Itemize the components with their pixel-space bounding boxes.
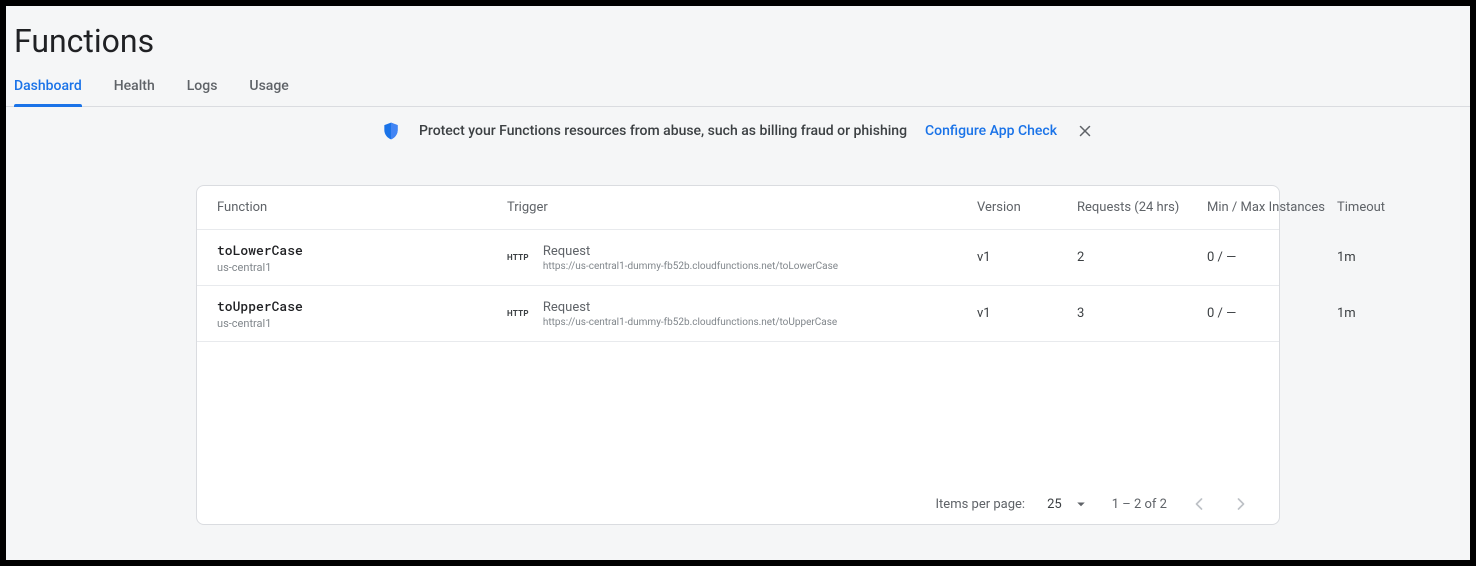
items-per-page-select[interactable]: 25 — [1047, 495, 1090, 513]
version-cell: v1 — [977, 306, 1077, 321]
tab-health[interactable]: Health — [114, 68, 155, 106]
pagination: Items per page: 25 1 – 2 of 2 — [197, 484, 1279, 524]
version-cell: v1 — [977, 250, 1077, 265]
function-region: us-central1 — [217, 317, 507, 330]
chevron-down-icon — [1072, 495, 1090, 513]
col-requests: Requests (24 hrs) — [1077, 200, 1207, 215]
function-name: toUpperCase — [217, 297, 507, 315]
instances-cell: 0 / — — [1207, 250, 1337, 265]
function-cell: toUpperCase us-central1 — [217, 297, 507, 330]
trigger-title: Request — [543, 244, 838, 259]
http-icon: HTTP — [507, 309, 529, 318]
items-per-page-value: 25 — [1047, 497, 1062, 512]
trigger-cell: HTTP Request https://us-central1-dummy-f… — [507, 300, 977, 328]
next-page-button[interactable] — [1231, 494, 1251, 514]
banner-message: Protect your Functions resources from ab… — [419, 123, 907, 139]
table-row[interactable]: toUpperCase us-central1 HTTP Request htt… — [197, 286, 1279, 342]
timeout-cell: 1m — [1337, 306, 1427, 321]
chevron-left-icon — [1189, 494, 1209, 514]
tab-usage[interactable]: Usage — [249, 68, 288, 106]
trigger-url: https://us-central1-dummy-fb52b.cloudfun… — [543, 261, 838, 272]
trigger-cell: HTTP Request https://us-central1-dummy-f… — [507, 244, 977, 272]
timeout-cell: 1m — [1337, 250, 1427, 265]
instances-cell: 0 / — — [1207, 306, 1337, 321]
configure-app-check-link[interactable]: Configure App Check — [925, 123, 1057, 139]
col-function: Function — [217, 200, 507, 215]
function-cell: toLowerCase us-central1 — [217, 241, 507, 274]
tabs: Dashboard Health Logs Usage — [6, 68, 1470, 107]
chevron-right-icon — [1231, 494, 1251, 514]
table-row[interactable]: toLowerCase us-central1 HTTP Request htt… — [197, 230, 1279, 286]
trigger-title: Request — [543, 300, 837, 315]
page-title: Functions — [6, 6, 1470, 68]
close-icon[interactable] — [1075, 121, 1095, 141]
table-header: Function Trigger Version Requests (24 hr… — [197, 186, 1279, 230]
app-frame: Functions Dashboard Health Logs Usage Pr… — [6, 6, 1470, 560]
trigger-url: https://us-central1-dummy-fb52b.cloudfun… — [543, 317, 837, 328]
function-name: toLowerCase — [217, 241, 507, 259]
col-timeout: Timeout — [1337, 200, 1427, 215]
requests-cell: 3 — [1077, 306, 1207, 321]
items-per-page-label: Items per page: — [936, 497, 1026, 512]
tab-dashboard[interactable]: Dashboard — [14, 68, 82, 106]
shield-icon — [381, 121, 401, 141]
col-version: Version — [977, 200, 1077, 215]
functions-card: Function Trigger Version Requests (24 hr… — [196, 185, 1280, 525]
tab-logs[interactable]: Logs — [187, 68, 218, 106]
page-range: 1 – 2 of 2 — [1112, 497, 1167, 512]
http-icon: HTTP — [507, 253, 529, 262]
col-instances: Min / Max Instances — [1207, 200, 1337, 215]
app-check-banner: Protect your Functions resources from ab… — [6, 107, 1470, 155]
col-trigger: Trigger — [507, 200, 977, 215]
requests-cell: 2 — [1077, 250, 1207, 265]
prev-page-button[interactable] — [1189, 494, 1209, 514]
function-region: us-central1 — [217, 261, 507, 274]
